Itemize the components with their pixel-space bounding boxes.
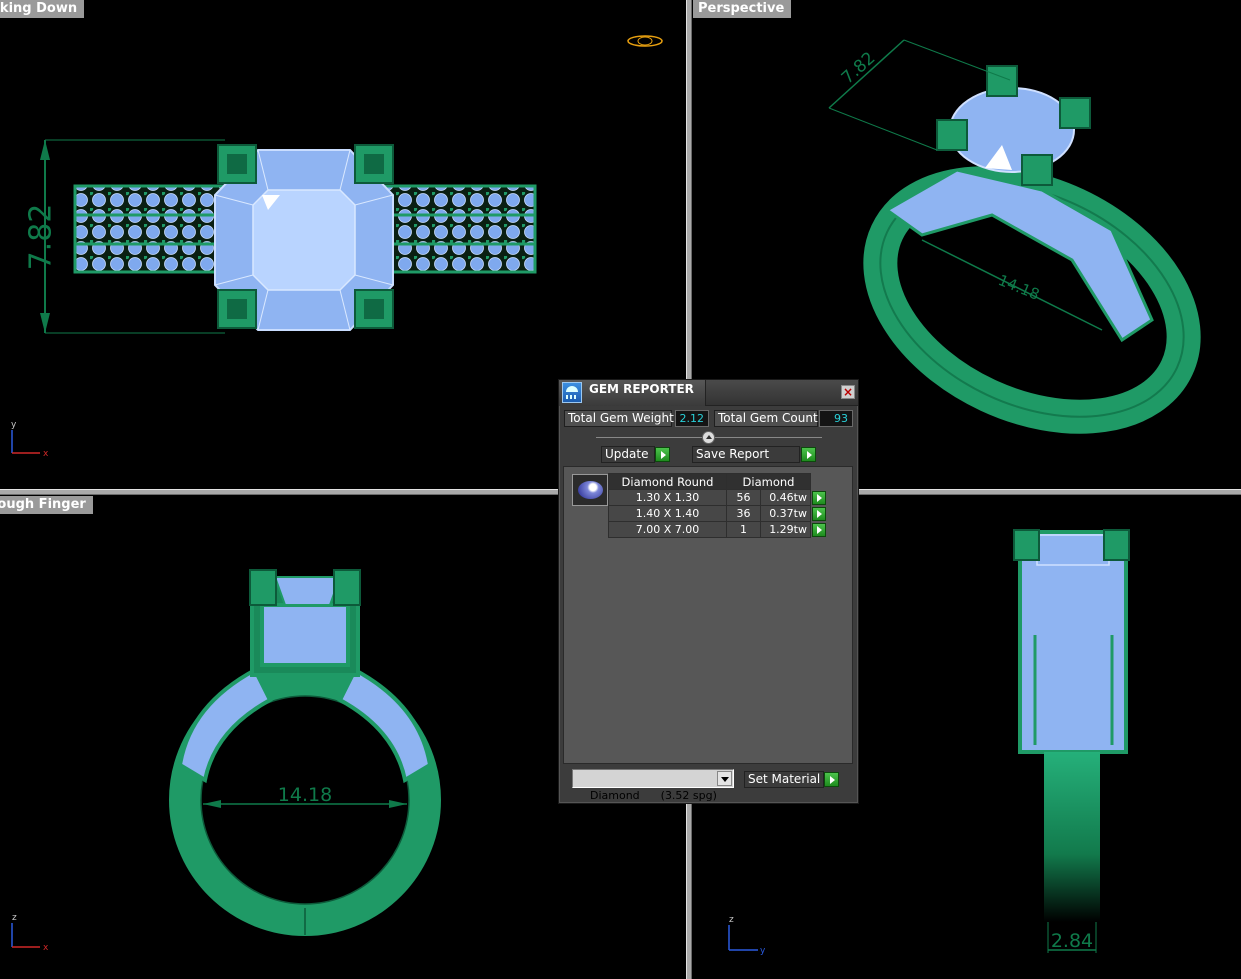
set-material-button[interactable]: Set Material xyxy=(744,771,824,788)
update-arrow-icon[interactable] xyxy=(655,447,670,462)
gem-reporter-panel: GEM REPORTER × Total Gem Weight 2.12 Tot… xyxy=(558,379,859,804)
close-icon[interactable]: × xyxy=(841,385,855,399)
row-select-arrow-icon[interactable] xyxy=(812,506,826,521)
gem-count: 36 xyxy=(726,505,761,522)
panel-titlebar[interactable]: GEM REPORTER × xyxy=(559,380,858,406)
save-report-button[interactable]: Save Report xyxy=(692,446,800,463)
dimension-label: 7.82 xyxy=(838,48,880,88)
viewport-label[interactable]: rough Finger xyxy=(0,496,93,514)
viewport-label[interactable]: Perspective xyxy=(693,0,792,18)
gem-list: Diamond Round Diamond 1.30 X 1.30 56 0.4… xyxy=(563,466,853,764)
total-weight-value: 2.12 xyxy=(675,410,709,427)
axis-label-b: x xyxy=(43,943,49,953)
collapse-toggle-icon[interactable] xyxy=(702,431,715,444)
dimension-label: 2.84 xyxy=(1051,930,1093,952)
column-header-material: Diamond xyxy=(726,473,811,490)
gem-weight: 1.29tw xyxy=(760,521,811,538)
total-count-value: 93 xyxy=(819,410,853,427)
set-material-arrow-icon[interactable] xyxy=(824,772,839,787)
gem-weight: 0.37tw xyxy=(760,505,811,522)
shank xyxy=(1044,752,1100,922)
row-select-arrow-icon[interactable] xyxy=(812,490,826,505)
gem-size: 7.00 X 7.00 xyxy=(608,521,727,538)
gem-weight: 0.46tw xyxy=(760,489,811,506)
save-report-arrow-icon[interactable] xyxy=(801,447,816,462)
center-stone xyxy=(273,576,342,606)
oval-gem-icon xyxy=(572,474,608,506)
gem-count: 1 xyxy=(726,521,761,538)
dimension-label: 7.82 xyxy=(24,204,59,271)
gem-size: 1.30 X 1.30 xyxy=(608,489,727,506)
update-button[interactable]: Update xyxy=(601,446,655,463)
axis-label-a: z xyxy=(12,913,17,923)
material-select[interactable]: Diamond (3.52 spg) xyxy=(572,769,734,802)
table-row[interactable]: 7.00 X 7.00 1 1.29tw xyxy=(608,521,827,538)
row-select-arrow-icon[interactable] xyxy=(812,522,826,537)
material-select-value: Diamond (3.52 spg) xyxy=(590,789,717,802)
gem-reporter-icon xyxy=(562,382,582,403)
axis-label-b: y xyxy=(760,946,766,956)
band-pave xyxy=(884,168,1154,343)
dimension-label: 14.18 xyxy=(996,271,1043,304)
total-count-label: Total Gem Count xyxy=(714,410,818,427)
table-row[interactable]: 1.30 X 1.30 56 0.46tw xyxy=(608,489,827,506)
gem-count: 56 xyxy=(726,489,761,506)
center-stone xyxy=(949,87,1075,173)
gem-size: 1.40 X 1.40 xyxy=(608,505,727,522)
panel-title: GEM REPORTER xyxy=(589,382,694,396)
column-header-shape: Diamond Round xyxy=(608,473,727,490)
chevron-down-icon[interactable] xyxy=(717,771,732,786)
center-stone xyxy=(1036,534,1110,566)
total-weight-label: Total Gem Weight xyxy=(564,410,674,427)
dimension-label: 14.18 xyxy=(278,784,332,806)
table-row[interactable]: 1.40 X 1.40 36 0.37tw xyxy=(608,505,827,522)
axis-label-b: x xyxy=(43,449,49,459)
axis-label-a: y xyxy=(11,420,17,430)
viewport-label[interactable]: oking Down xyxy=(0,0,85,18)
axis-label-a: z xyxy=(729,915,734,925)
gem-table: Diamond Round Diamond 1.30 X 1.30 56 0.4… xyxy=(608,473,827,538)
